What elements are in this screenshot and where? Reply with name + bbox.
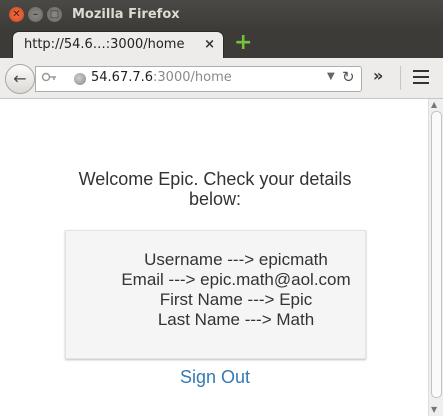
url-host: 54.67.7.6 — [91, 70, 154, 85]
welcome-message: Welcome Epic. Check your details below: — [78, 169, 352, 209]
new-tab-icon[interactable]: + — [234, 32, 252, 54]
title-bar: ✕ – □ Mozilla Firefox — [0, 0, 443, 30]
first-name-line: First Name ---> Epic — [159, 290, 313, 309]
url-bar[interactable]: 54.67.7.6:3000/home ▼ ↻ — [35, 66, 362, 92]
back-arrow-icon[interactable]: ← — [5, 64, 35, 94]
scroll-down-icon[interactable]: ▼ — [431, 405, 437, 414]
username-line: Username ---> epicmath — [144, 250, 328, 269]
window-close-button[interactable]: ✕ — [9, 7, 24, 22]
email-line: Email ---> epic.math@aol.com — [121, 270, 351, 289]
vertical-scrollbar[interactable]: ▲ ▼ — [428, 99, 443, 416]
page-content: Welcome Epic. Check your details below: … — [0, 99, 443, 416]
last-name-line: Last Name ---> Math — [157, 310, 315, 329]
sign-out-link[interactable]: Sign Out — [180, 367, 250, 388]
tab-label: http://54.6…:3000/home — [24, 37, 185, 52]
navigation-bar: ← 54.67.7.6:3000/home ▼ ↻ » — [0, 58, 443, 99]
scroll-up-icon[interactable]: ▲ — [431, 100, 437, 109]
scrollbar-thumb[interactable] — [431, 111, 442, 398]
url-path: :3000/home — [153, 70, 232, 85]
window-title: Mozilla Firefox — [72, 7, 180, 22]
tab-home[interactable]: http://54.6…:3000/home × — [13, 32, 223, 58]
details-card: Username ---> epicmath Email ---> epic.m… — [65, 230, 366, 359]
window-maximize-button[interactable]: □ — [47, 7, 62, 22]
tab-strip: http://54.6…:3000/home × + — [0, 30, 443, 58]
globe-icon — [74, 73, 86, 85]
key-icon[interactable] — [41, 70, 57, 88]
url-text[interactable]: 54.67.7.6:3000/home — [91, 70, 232, 85]
dropdown-icon[interactable]: ▼ — [327, 71, 335, 82]
menu-icon[interactable] — [413, 70, 429, 88]
overflow-icon[interactable]: » — [373, 66, 383, 85]
reload-icon[interactable]: ↻ — [342, 68, 355, 86]
tab-close-icon[interactable]: × — [204, 37, 215, 52]
window-minimize-button[interactable]: – — [28, 7, 43, 22]
toolbar-separator — [400, 66, 401, 90]
